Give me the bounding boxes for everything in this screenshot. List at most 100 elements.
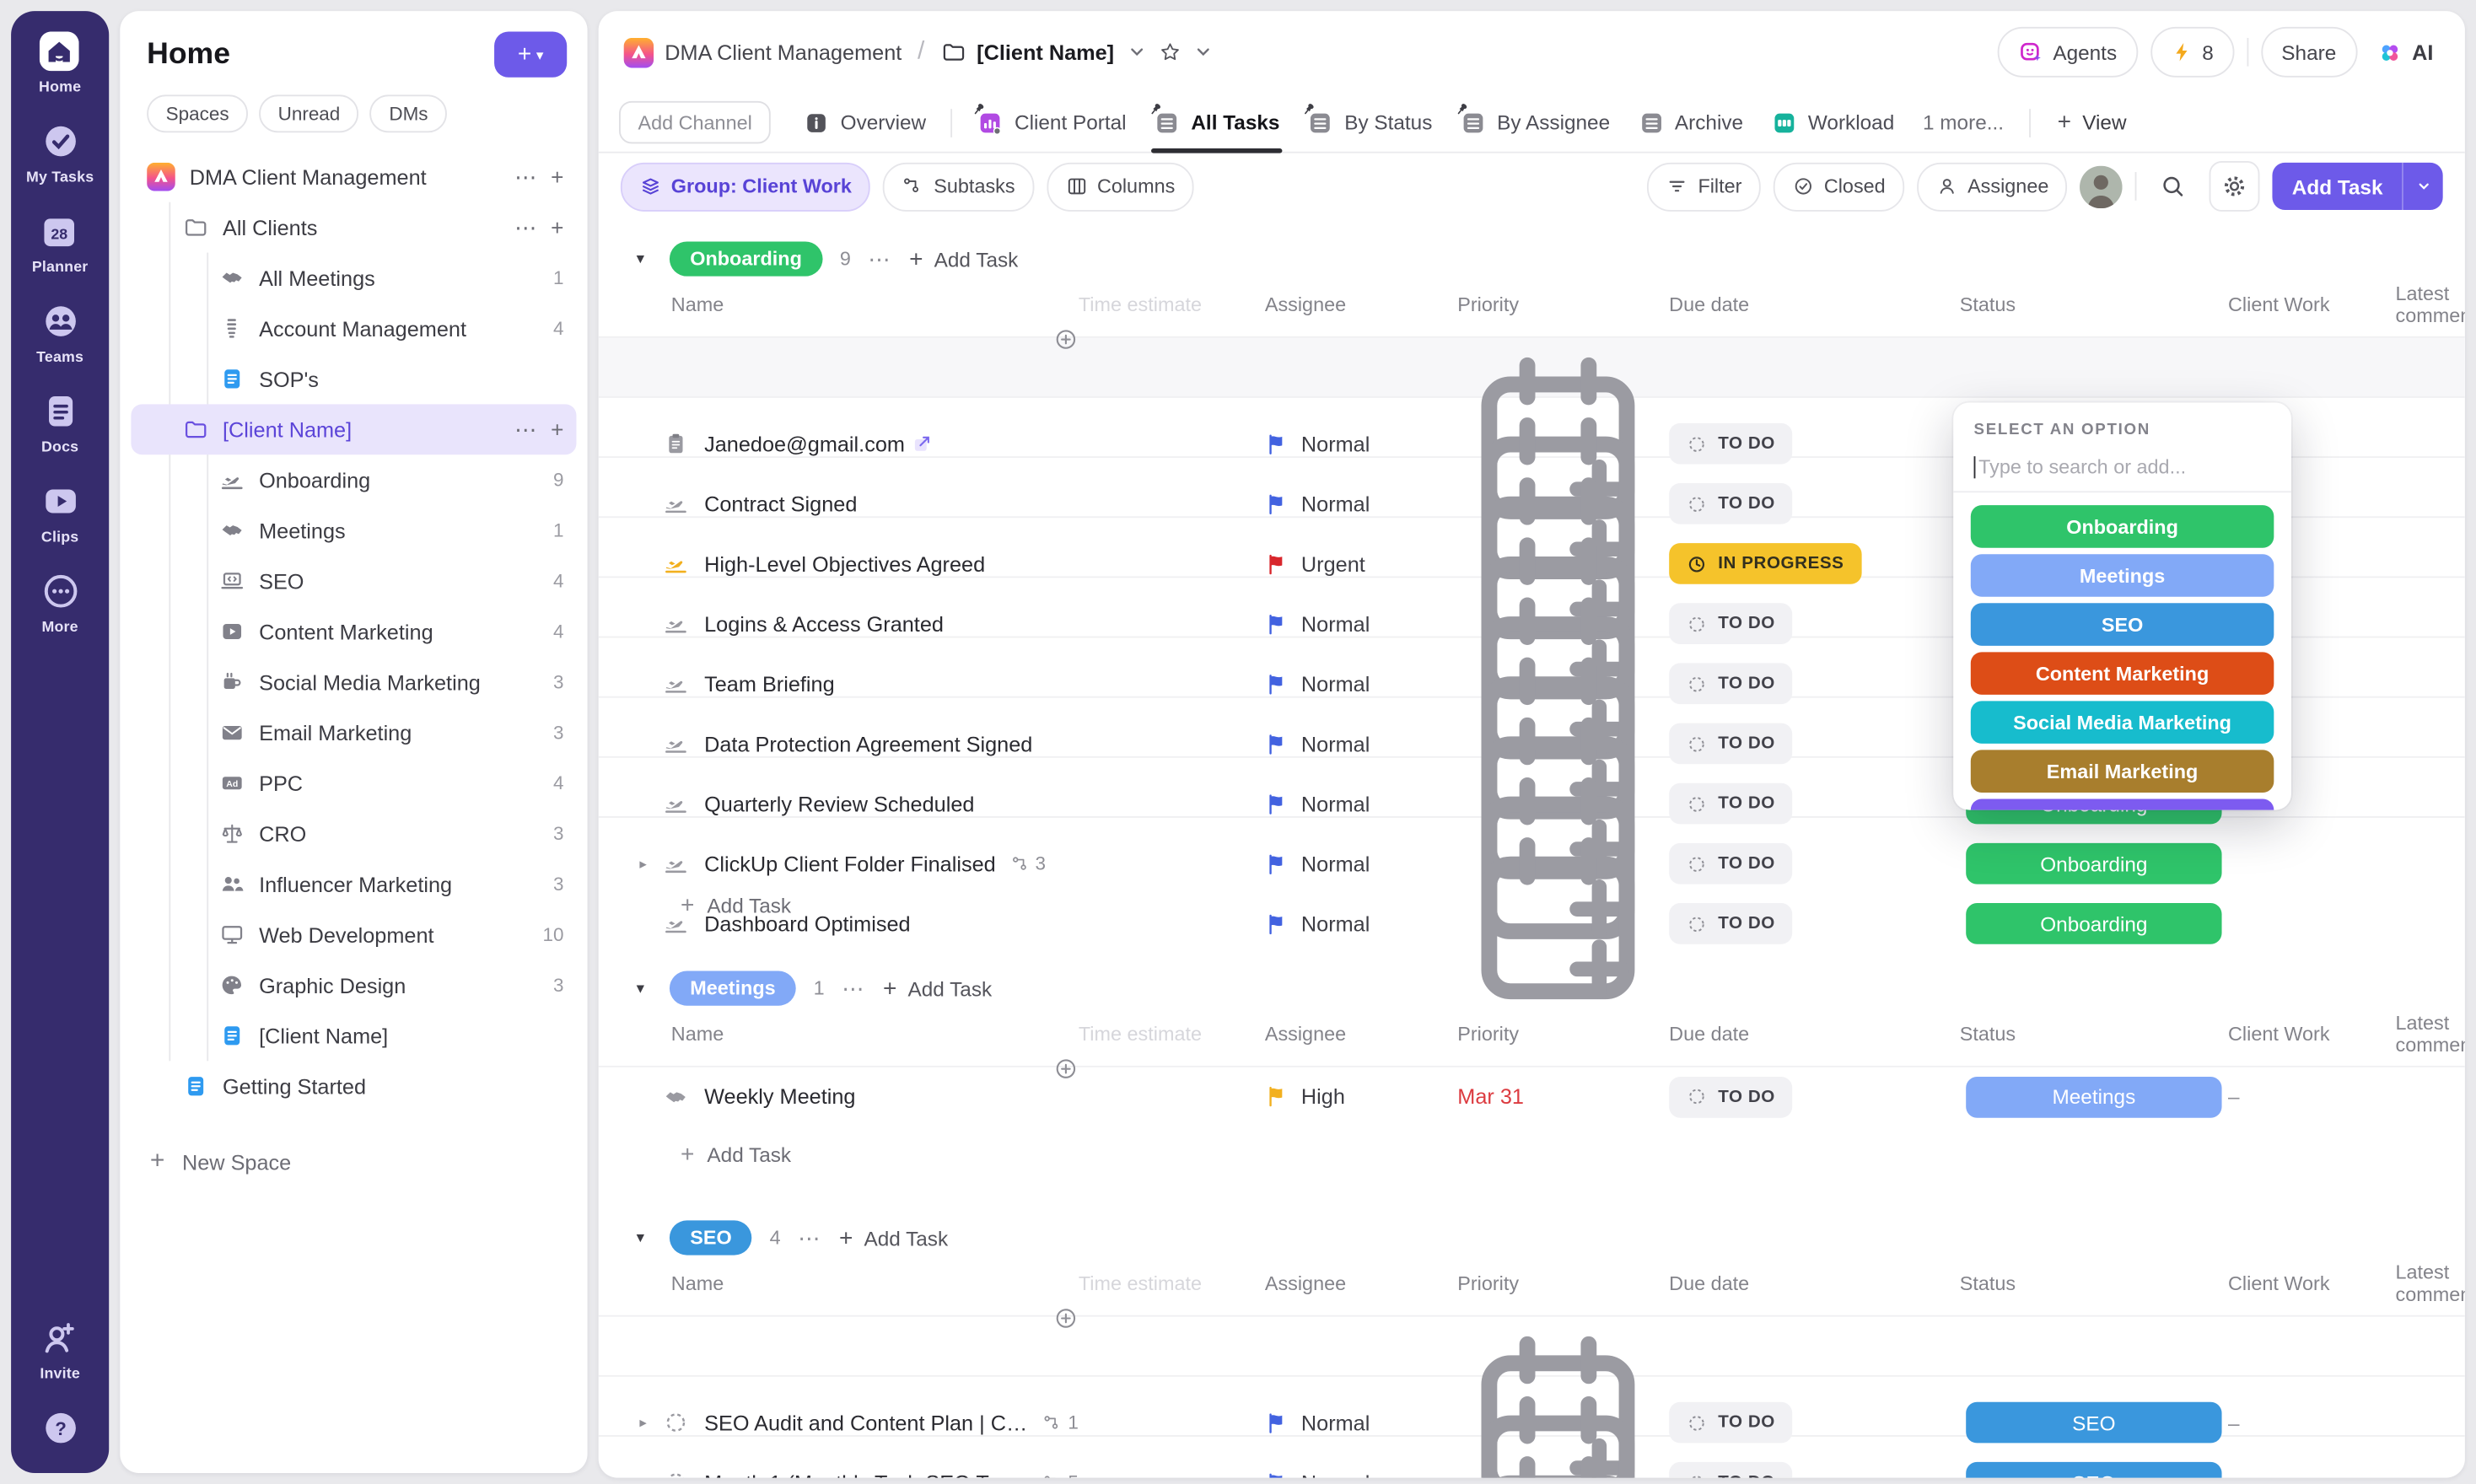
columns-pill[interactable]: Columns <box>1047 162 1194 211</box>
add-channel-button[interactable]: Add Channel <box>619 101 771 144</box>
status-pill-todo[interactable]: TO DO <box>1669 483 1792 524</box>
priority-cell[interactable]: Normal <box>1265 792 1457 815</box>
ai-button[interactable]: AI <box>2370 39 2440 66</box>
item-more-icon[interactable]: ⋯ <box>514 214 536 241</box>
new-space-button[interactable]: + New Space <box>120 1127 587 1196</box>
rail-item-clips[interactable]: Clips <box>40 481 80 546</box>
tab-overview[interactable]: Overview <box>790 93 940 151</box>
priority-cell[interactable]: Normal <box>1265 852 1457 875</box>
priority-cell[interactable]: Normal <box>1265 732 1457 755</box>
task-name-cell[interactable]: Logins & Access Granted <box>599 611 1079 637</box>
chip-dms[interactable]: DMs <box>370 94 447 132</box>
sidebar-item-graphic-design[interactable]: Graphic Design 3 <box>131 960 576 1010</box>
due-date-cell[interactable] <box>1457 818 1669 1030</box>
sidebar-item-meetings[interactable]: Meetings 1 <box>131 505 576 556</box>
column-header-name[interactable]: Name <box>599 293 1079 315</box>
group-collapse-caret[interactable]: ▾ <box>637 1229 653 1247</box>
rail-item-teams[interactable]: Teams <box>36 302 83 367</box>
rail-item-home[interactable]: Home <box>39 31 81 96</box>
subtasks-pill[interactable]: Subtasks <box>883 162 1034 211</box>
status-pill-in-progress[interactable]: IN PROGRESS <box>1669 543 1861 584</box>
search-button[interactable] <box>2150 163 2197 210</box>
tab-by-status[interactable]: By Status <box>1294 93 1446 151</box>
rail-item-more[interactable]: More <box>40 572 80 637</box>
priority-cell[interactable]: Normal <box>1265 911 1457 935</box>
tab-all-tasks[interactable]: All Tasks <box>1140 93 1294 151</box>
settings-button[interactable] <box>2210 161 2260 212</box>
column-header-client-work[interactable]: Client Work <box>2228 1272 2395 1294</box>
dropdown-option-seo[interactable]: SEO <box>1971 603 2274 646</box>
column-header-time-estimate[interactable]: Time estimate <box>1079 1023 1265 1045</box>
priority-cell[interactable]: High <box>1265 1084 1457 1108</box>
column-header-name[interactable]: Name <box>599 1272 1079 1294</box>
task-name-cell[interactable]: Team Briefing <box>599 671 1079 696</box>
priority-cell[interactable]: Normal <box>1265 612 1457 636</box>
dropdown-option-social-media-marketing[interactable]: Social Media Marketing <box>1971 701 2274 744</box>
expand-caret-icon[interactable]: ▸ <box>639 855 663 873</box>
client-work-pill[interactable]: SEO <box>1966 1462 2221 1478</box>
task-name-cell[interactable]: ▸ Month 1 (Monthly Tech SEO Tasks) 5 <box>599 1470 1079 1477</box>
dropdown-option-content-marketing[interactable]: Content Marketing <box>1971 652 2274 695</box>
priority-cell[interactable]: Normal <box>1265 672 1457 696</box>
subtask-count-badge[interactable]: 3 <box>1010 852 1046 874</box>
group-add-task[interactable]: +Add Task <box>839 1224 948 1251</box>
add-task-row[interactable]: +Add Task <box>599 1126 2465 1182</box>
favorite-star-icon[interactable] <box>1159 41 1181 63</box>
column-header-latest-comment[interactable]: Latest comment <box>2396 1261 2452 1305</box>
tab-by-assignee[interactable]: By Assignee <box>1446 93 1624 151</box>
dropdown-option-onboarding[interactable]: Onboarding <box>1971 505 2274 548</box>
closed-button[interactable]: Closed <box>1774 162 1904 211</box>
status-pill-todo[interactable]: TO DO <box>1669 903 1792 944</box>
task-name-cell[interactable]: ▸ ClickUp Client Folder Finalised 3 <box>599 851 1079 876</box>
external-link-icon[interactable] <box>911 433 933 454</box>
chip-unread[interactable]: Unread <box>259 94 359 132</box>
agents-button[interactable]: Agents <box>1998 27 2138 78</box>
rail-item-my-tasks[interactable]: My Tasks <box>26 121 94 186</box>
share-button[interactable]: Share <box>2261 27 2357 78</box>
item-more-icon[interactable]: ⋯ <box>514 164 536 191</box>
task-name[interactable]: ClickUp Client Folder Finalised <box>704 852 996 875</box>
task-name[interactable]: Data Protection Agreement Signed <box>704 732 1032 755</box>
status-pill-todo[interactable]: TO DO <box>1669 1076 1792 1117</box>
task-name[interactable]: Janedoe@gmail.com <box>704 432 905 455</box>
rail-item-help[interactable]: ? <box>40 1408 80 1448</box>
dropdown-option-ppc[interactable]: PPC <box>1971 798 2274 809</box>
priority-cell[interactable]: Urgent <box>1265 551 1457 575</box>
group-collapse-caret[interactable]: ▾ <box>637 980 653 997</box>
column-header-priority[interactable]: Priority <box>1457 293 1669 315</box>
task-name[interactable]: Quarterly Review Scheduled <box>704 792 974 815</box>
group-pill[interactable]: SEO <box>670 1220 752 1255</box>
task-name[interactable]: Logins & Access Granted <box>704 612 944 636</box>
rail-item-planner[interactable]: 28 Planner <box>32 212 89 277</box>
expand-caret-icon[interactable]: ▸ <box>639 1414 663 1432</box>
client-work-pill[interactable]: SEO <box>1966 1402 2221 1444</box>
sidebar-item-all-meetings[interactable]: All Meetings 1 <box>131 253 576 304</box>
add-view-button[interactable]: +View <box>2042 109 2142 136</box>
client-work-pill[interactable]: Onboarding <box>1966 843 2221 884</box>
task-name[interactable]: Team Briefing <box>704 672 835 696</box>
client-work-pill[interactable]: Meetings <box>1966 1076 2221 1117</box>
status-pill-todo[interactable]: TO DO <box>1669 423 1792 465</box>
dropdown-option-meetings[interactable]: Meetings <box>1971 554 2274 597</box>
column-header-assignee[interactable]: Assignee <box>1265 293 1457 315</box>
tabs-more-button[interactable]: 1 more... <box>1908 93 2018 151</box>
status-pill-todo[interactable]: TO DO <box>1669 603 1792 644</box>
column-header-status[interactable]: Status <box>1960 1272 2228 1294</box>
rail-item-invite[interactable]: Invite <box>40 1318 80 1383</box>
chip-spaces[interactable]: Spaces <box>147 94 248 132</box>
expand-caret-icon[interactable]: ▸ <box>639 1474 663 1478</box>
sidebar-item-getting-started[interactable]: Getting Started <box>131 1061 576 1111</box>
sidebar-item-seo[interactable]: SEO 4 <box>131 556 576 606</box>
breadcrumb-page[interactable]: [Client Name] <box>977 40 1114 64</box>
column-header-priority[interactable]: Priority <box>1457 1272 1669 1294</box>
group-more-icon[interactable]: ⋯ <box>842 975 865 1002</box>
group-by-pill[interactable]: Group: Client Work <box>621 162 871 211</box>
task-name-cell[interactable]: Contract Signed <box>599 491 1079 516</box>
sidebar-item-dma-client-management[interactable]: DMA Client Management ⋯+ <box>131 152 576 202</box>
sidebar-item-sop-s[interactable]: SOP's <box>131 353 576 404</box>
group-pill[interactable]: Meetings <box>670 971 796 1006</box>
tab-client-portal[interactable]: Client Portal <box>964 93 1140 151</box>
sidebar-item-all-clients[interactable]: All Clients ⋯+ <box>131 202 576 253</box>
task-name-cell[interactable]: Dashboard Optimised <box>599 911 1079 936</box>
task-name[interactable]: Contract Signed <box>704 492 857 515</box>
